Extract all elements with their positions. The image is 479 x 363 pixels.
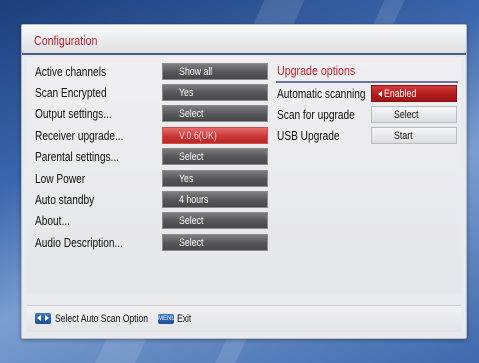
audio-description-value[interactable]: Select [162, 234, 268, 251]
upgrade-options-divider [276, 81, 458, 83]
upgrade-label-scan-for-upgrade: Scan for upgrade [277, 107, 355, 122]
receiver-upgrade-value[interactable]: V.0.6(UK) [162, 127, 268, 144]
left-right-arrows-icon [35, 313, 51, 324]
setting-label-about: About... [35, 213, 70, 228]
auto-standby-value[interactable]: 4 hours [162, 191, 268, 208]
setting-label-low-power: Low Power [35, 171, 86, 186]
output-settings-value[interactable]: Select [162, 105, 268, 122]
configuration-dialog: Configuration Active channels Show all S… [21, 24, 467, 339]
footer-hint-bar: Select Auto Scan Option MENU Exit [27, 305, 461, 332]
upgrade-label-usb-upgrade: USB Upgrade [277, 128, 340, 143]
menu-key-icon: MENU [158, 314, 174, 324]
automatic-scanning-value[interactable]: Enabled [371, 85, 457, 102]
setting-label-scan-encrypted: Scan Encrypted [35, 85, 107, 100]
low-power-value[interactable]: Yes [162, 170, 268, 187]
dialog-titlebar: Configuration [22, 25, 466, 55]
scan-for-upgrade-button[interactable]: Select [371, 106, 457, 123]
upgrade-options-title: Upgrade options [277, 63, 356, 78]
upgrade-label-automatic-scanning: Automatic scanning [277, 86, 366, 101]
parental-settings-value[interactable]: Select [162, 148, 268, 165]
settings-panel: Active channels Show all Scan Encrypted … [27, 57, 461, 293]
setting-label-auto-standby: Auto standby [35, 192, 95, 207]
exit-hint-text: Exit [177, 313, 192, 325]
setting-label-audio-description: Audio Description... [35, 235, 123, 250]
arrow-left-icon [378, 91, 382, 98]
nav-hint-text: Select Auto Scan Option [55, 313, 149, 325]
setting-label-active-channels: Active channels [35, 64, 107, 79]
setting-label-parental-settings: Parental settings... [35, 149, 119, 164]
scan-encrypted-value[interactable]: Yes [162, 84, 268, 101]
usb-upgrade-button[interactable]: Start [371, 127, 457, 144]
setting-label-output-settings: Output settings... [35, 106, 112, 121]
page-title: Configuration [34, 33, 98, 48]
about-value[interactable]: Select [162, 212, 268, 229]
active-channels-value[interactable]: Show all [162, 63, 268, 80]
setting-label-receiver-upgrade: Receiver upgrade... [35, 128, 124, 143]
